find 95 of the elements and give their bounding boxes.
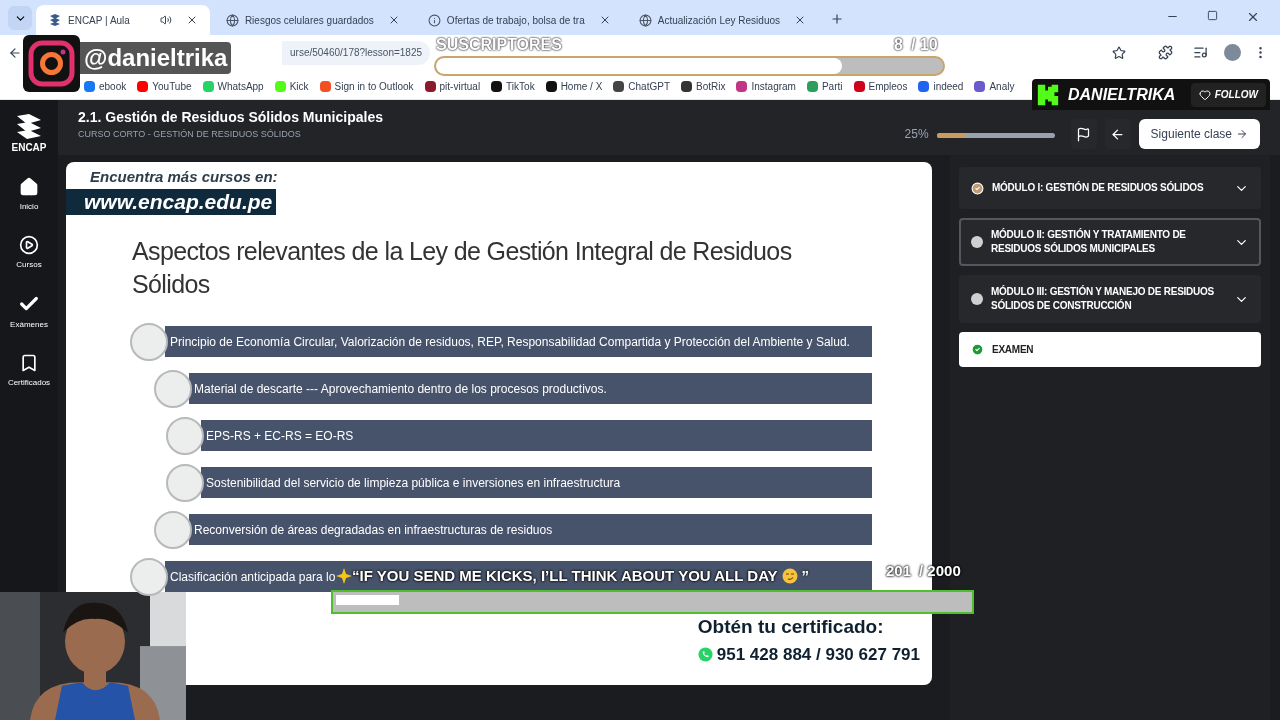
info-icon [427, 13, 441, 27]
arrow-right-icon [1236, 128, 1248, 140]
nav-item[interactable]: Certificados [7, 353, 51, 389]
media-icon[interactable] [1193, 45, 1208, 60]
extensions-icon[interactable] [1158, 45, 1173, 60]
address-bar[interactable]: urse/50460/178?lesson=1825 [282, 40, 431, 65]
progress-reading: 25% [904, 126, 929, 143]
tab-title: Ofertas de trabajo, bolsa de tra [446, 13, 585, 28]
back-icon[interactable] [8, 45, 22, 60]
smirk-emoji-icon [781, 568, 798, 585]
list-bullet [154, 369, 192, 408]
lesson-title: 2.1. Gestión de Residuos Sólidos Municipales [78, 108, 384, 128]
flag-icon [1076, 126, 1092, 142]
module-item[interactable]: MÓDULO I: GESTIÓN DE RESIDUOS SÓLIDOS [959, 167, 1261, 209]
closing-quote: ” [801, 566, 810, 586]
bookmark-link[interactable]: Instagram [736, 79, 796, 94]
next-lesson-button[interactable]: Siguiente clase [1138, 119, 1260, 149]
bookmark-icon [19, 353, 39, 373]
bookmark-link[interactable]: WhatsApp [202, 79, 264, 94]
bookmark-link[interactable]: TikTok [491, 79, 535, 94]
logo-icon [48, 13, 62, 27]
bookmark-link[interactable]: Home / X [545, 79, 603, 94]
list-bullet [166, 463, 204, 502]
browser-tab[interactable]: Actualización Ley Residuos [626, 5, 818, 35]
module-item[interactable]: MÓDULO III: GESTIÓN Y MANEJO DE RESIDUOS SÓLIDOS DE CONSTRUCCIÓN [959, 275, 1261, 323]
kicks-goal-title: “IF YOU SEND ME KICKS, I’LL THINK ABOUT YOU ALL DAY [352, 566, 778, 586]
list-item-bar: Reconversión de áreas degradadas en infraestructuras de residuos [189, 514, 872, 545]
slide-heading: Aspectos relevantes de la Ley de Gestión Integral de Residuos Sólidos [132, 235, 793, 300]
channel-name: DANIELTRIKA [1068, 84, 1177, 105]
certificate-title: Obtén tu certificado: [697, 615, 885, 639]
logo-text: ENCAP [11, 141, 47, 155]
list-item-bar: Sostenibilidad del servicio de limpieza pública e inversiones en infraestructura [201, 467, 872, 498]
module-title: MÓDULO III: GESTIÓN Y MANEJO DE RESIDUOS SÓLIDOS DE CONSTRUCCIÓN [991, 285, 1215, 313]
close-window-icon[interactable] [1246, 10, 1260, 24]
nav-item[interactable]: Cursos [16, 235, 42, 271]
heart-icon [1198, 88, 1211, 101]
list-bullet [166, 416, 204, 455]
new-tab-icon[interactable] [830, 12, 844, 26]
goal-current: 201 [886, 561, 912, 581]
browser-tab[interactable]: Ofertas de trabajo, bolsa de tra [415, 5, 623, 35]
bookmark-star-icon[interactable] [1112, 45, 1126, 60]
follow-button[interactable]: FOLLOW [1190, 82, 1266, 107]
phone-numbers: 951 428 884 / 930 627 791 [716, 643, 920, 666]
module-title: MÓDULO II: GESTIÓN Y TRATAMIENTO DE RESIDUOS SÓLIDOS MUNICIPALES [991, 228, 1187, 256]
goal-title: SUSCRIPTORES [436, 36, 562, 54]
sparkle-icon [336, 568, 352, 585]
goal-current: 8 [894, 36, 903, 54]
bookmark-link[interactable]: Empleos [853, 79, 908, 94]
list-bullet [130, 322, 168, 361]
goal-target: / 10 [910, 36, 938, 54]
bookmark-link[interactable]: BotRix [681, 79, 726, 94]
browser-tab[interactable]: Riesgos celulares guardados [213, 5, 412, 35]
bookmark-link[interactable]: ebook [84, 79, 127, 94]
home-icon [19, 177, 39, 197]
restore-icon[interactable] [1207, 10, 1218, 21]
flag-button[interactable] [1070, 119, 1097, 149]
previous-button[interactable] [1104, 119, 1131, 149]
list-item-bar: Material de descarte --- Aprovechamiento dentro de los procesos productivos. [189, 373, 872, 404]
close-icon[interactable] [794, 14, 806, 26]
profile-avatar[interactable] [1224, 44, 1241, 61]
list-item-bar: Principio de Economía Circular, Valorización de residuos, REP, Responsabilidad Compartida y Protección del Ambiente y Salud. [165, 326, 872, 357]
instagram-handle: @danieltrika [80, 41, 232, 74]
kick-logo-icon [1036, 82, 1060, 107]
speaker-icon [159, 14, 172, 26]
instagram-icon [23, 35, 80, 92]
bookmark-link[interactable]: indeed [918, 79, 964, 94]
list-bullet [154, 510, 192, 549]
course-subtitle: CURSO CORTO - GESTIÓN DE RESIDUOS SÓLIDOS [78, 128, 302, 142]
module-title: MÓDULO I: GESTIÓN DE RESIDUOS SÓLIDOS [992, 181, 1205, 195]
bookmark-link[interactable]: Kick [274, 79, 309, 94]
bookmark-link[interactable]: Sign in to Outlook [319, 79, 414, 94]
list-bullet [130, 557, 168, 596]
list-item-bar: EPS-RS + EC-RS = EO-RS [201, 420, 872, 451]
nav-item[interactable]: Exámenes [10, 293, 48, 331]
module-title: EXAMEN [992, 342, 1035, 357]
tab-title: Actualización Ley Residuos [657, 13, 780, 28]
bookmark-link[interactable]: YouTube [137, 79, 192, 94]
nav-item[interactable]: Inicio [19, 177, 39, 213]
tab-title: ENCAP | Aula [68, 13, 130, 28]
whatsapp-icon [697, 646, 713, 662]
bookmark-link[interactable]: ChatGPT [613, 79, 670, 94]
globe-icon [638, 13, 652, 27]
module-item[interactable]: MÓDULO II: GESTIÓN Y TRATAMIENTO DE RESIDUOS SÓLIDOS MUNICIPALES [959, 218, 1261, 266]
url-text: urse/50460/178?lesson=1825 [290, 46, 423, 60]
bookmark-link[interactable]: Analy [974, 79, 1015, 94]
bookmark-link[interactable]: Parti [806, 79, 843, 94]
tab-search-button[interactable] [8, 6, 32, 30]
promo-text: Encuentra más cursos en: [90, 167, 279, 187]
browser-tab[interactable]: ENCAP | Aula [36, 5, 210, 35]
bookmark-link[interactable]: pit-virtual [424, 79, 481, 94]
exam-item[interactable]: EXAMEN [959, 332, 1261, 367]
tab-title: Riesgos celulares guardados [244, 13, 374, 28]
promo-url: www.encap.edu.pe [66, 188, 277, 215]
play-icon [19, 235, 39, 255]
globe-icon [225, 13, 239, 27]
